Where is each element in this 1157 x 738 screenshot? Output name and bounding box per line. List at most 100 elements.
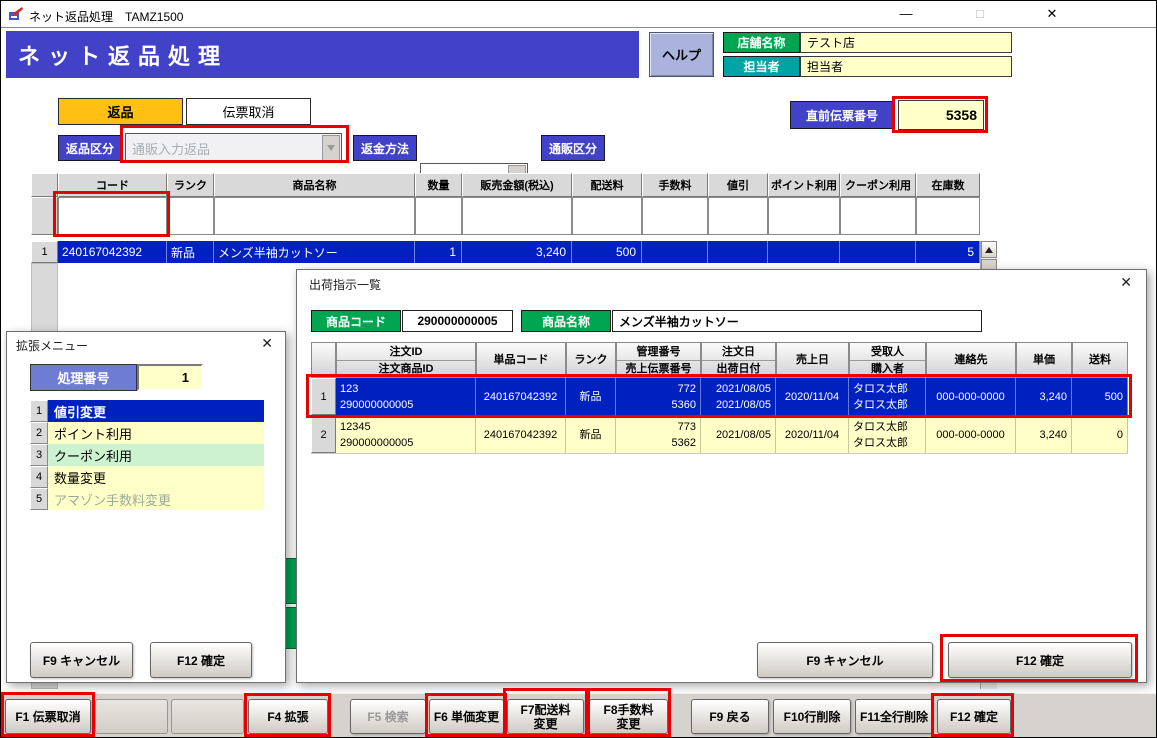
menu-item-discount-change[interactable]: 1 値引変更 (30, 400, 264, 422)
product-name-label: 商品名称 (521, 310, 611, 332)
sh-date-bottom: 出荷日付 (702, 360, 775, 377)
shipping-table-header: 注文ID 注文商品ID 単品コード ランク 管理番号 売上伝票番号 注文日 出荷… (311, 342, 1128, 378)
header-stock: 在庫数 (916, 173, 980, 197)
f8-handling-fee-button[interactable]: F8手数料 変更 (589, 699, 668, 734)
menu-item-qty-change[interactable]: 4 数量変更 (30, 466, 264, 488)
header-name: 商品名称 (214, 173, 415, 197)
coupon-input[interactable] (840, 197, 916, 235)
f1-slip-cancel-button[interactable]: F1 伝票取消 (5, 699, 91, 734)
cell-code: 240167042392 (58, 241, 167, 263)
minimize-button[interactable]: — (885, 1, 927, 27)
return-type-combo[interactable]: 通販入力返品 (125, 133, 342, 163)
shipping-cancel-button[interactable]: F9 キャンセル (757, 642, 933, 678)
staff-label: 担当者 (723, 56, 800, 77)
f6-unit-price-button[interactable]: F6 単価変更 (429, 699, 504, 734)
process-no-input[interactable]: 1 (137, 364, 203, 391)
cell-rank: 新品 (566, 378, 616, 415)
stock-input[interactable] (916, 197, 980, 235)
sh-mgmt-top: 管理番号 (617, 344, 700, 360)
close-button[interactable]: ✕ (1031, 1, 1073, 27)
ext-menu-dialog-title: 拡張メニュー (16, 337, 88, 354)
cell-shipping: 500 (572, 241, 642, 263)
menu-item-coupon-use[interactable]: 3 クーポン利用 (30, 444, 264, 466)
ext-menu-list: 1 値引変更 2 ポイント利用 3 クーポン利用 4 数量変更 5 アマゾン手数… (30, 400, 264, 510)
header-code: コード (58, 173, 167, 197)
code-input[interactable] (58, 197, 167, 235)
cell-contact: 000-000-0000 (926, 416, 1016, 453)
cell-dates: 2021/08/05 (701, 416, 776, 453)
f12-confirm-button[interactable]: F12 確定 (937, 699, 1011, 734)
cell-shipping-fee: 500 (1072, 378, 1128, 415)
refund-method-label: 返金方法 (353, 135, 417, 161)
f10-delete-row-button[interactable]: F10行削除 (773, 699, 851, 734)
cell-receiver: タロス太郎 タロス太郎 (849, 416, 926, 453)
shipping-row[interactable]: 2 12345 290000000005 240167042392 新品 773… (311, 416, 1128, 454)
f9-back-button[interactable]: F9 戻る (691, 699, 769, 734)
app-icon (8, 6, 24, 22)
store-name-label: 店舗名称 (723, 32, 800, 53)
menu-item-point-use[interactable]: 2 ポイント利用 (30, 422, 264, 444)
cell-contact: 000-000-0000 (926, 378, 1016, 415)
cell-coupon (840, 241, 916, 263)
cell-sales-date: 2020/11/04 (776, 416, 849, 453)
ext-menu-confirm-button[interactable]: F12 確定 (150, 642, 252, 678)
qty-input[interactable] (415, 197, 462, 235)
ext-menu-dialog: 拡張メニュー ✕ 処理番号 1 1 値引変更 2 ポイント利用 3 クーポン利用… (6, 331, 286, 683)
cell-order-id: 123 290000000005 (336, 378, 476, 415)
f4-extend-button[interactable]: F4 拡張 (248, 699, 328, 734)
store-name-value: テスト店 (800, 32, 1012, 53)
point-input[interactable] (768, 197, 840, 235)
return-mode-button[interactable]: 返品 (58, 98, 183, 125)
sh-date-top: 注文日 (702, 344, 775, 360)
chevron-down-icon[interactable] (322, 135, 340, 161)
sh-order-id: 注文ID 注文商品ID (336, 342, 476, 378)
menu-item-label: アマゾン手数料変更 (48, 488, 264, 510)
prev-slip-label: 直前伝票番号 (790, 101, 894, 129)
rank-input[interactable] (167, 197, 214, 235)
main-table-header: コード ランク 商品名称 数量 販売金額(税込) 配送料 手数料 値引 ポイント… (31, 173, 980, 197)
close-icon[interactable]: ✕ (1120, 274, 1132, 291)
sh-unit-price: 単価 (1016, 342, 1072, 378)
help-button[interactable]: ヘルプ (649, 32, 714, 77)
shipping-dialog: 出荷指示一覧 ✕ 商品コード 290000000005 商品名称 メンズ半袖カッ… (296, 269, 1147, 683)
close-icon[interactable]: ✕ (261, 335, 273, 352)
cell-fee (642, 241, 708, 263)
sh-rownum (311, 342, 336, 378)
sh-mgmt-bottom: 売上伝票番号 (617, 360, 700, 377)
f3-button-blank (171, 699, 244, 734)
name-input[interactable] (214, 197, 415, 235)
shipping-row[interactable]: 1 123 290000000005 240167042392 新品 772 5… (311, 378, 1128, 416)
entry-row (31, 197, 980, 235)
fee-input[interactable] (642, 197, 708, 235)
table-row[interactable]: 1 240167042392 新品 メンズ半袖カットソー 1 3,240 500… (31, 241, 980, 263)
shipping-confirm-button[interactable]: F12 確定 (948, 642, 1132, 678)
cell-rownum: 2 (311, 416, 336, 453)
header-discount: 値引 (708, 173, 768, 197)
cell-rownum: 1 (311, 378, 336, 415)
scroll-up-icon[interactable] (981, 241, 997, 258)
process-no-label: 処理番号 (30, 364, 137, 391)
shipping-dialog-title: 出荷指示一覧 (309, 276, 381, 293)
f11-delete-all-button[interactable]: F11全行削除 (855, 699, 933, 734)
sh-rank: ランク (566, 342, 616, 378)
app-window: ネット返品処理 TAMZ1500 — □ ✕ ネット返品処理 ヘルプ 店舗名称 … (0, 0, 1157, 738)
slip-cancel-mode-button[interactable]: 伝票取消 (186, 98, 311, 125)
header-rownum (31, 173, 58, 197)
staff-value: 担当者 (800, 56, 1012, 77)
menu-item-amazon-fee-change: 5 アマゾン手数料変更 (30, 488, 264, 510)
cell-unit-price: 3,240 (1016, 416, 1072, 453)
header-shipping: 配送料 (572, 173, 642, 197)
return-type-label: 返品区分 (58, 135, 122, 161)
menu-item-num: 3 (30, 444, 48, 466)
f7-shipping-fee-button[interactable]: F7配送料 変更 (507, 699, 584, 734)
cell-shipping-fee: 0 (1072, 416, 1128, 453)
cell-unit-price: 3,240 (1016, 378, 1072, 415)
shipping-input[interactable] (572, 197, 642, 235)
ext-menu-cancel-button[interactable]: F9 キャンセル (30, 642, 133, 678)
discount-input[interactable] (708, 197, 768, 235)
page-header: ネット返品処理 (6, 31, 639, 78)
return-type-value: 通販入力返品 (132, 139, 210, 158)
amount-input[interactable] (462, 197, 572, 235)
sh-receiver: 受取人 購入者 (849, 342, 926, 378)
product-code-label: 商品コード (311, 310, 401, 332)
